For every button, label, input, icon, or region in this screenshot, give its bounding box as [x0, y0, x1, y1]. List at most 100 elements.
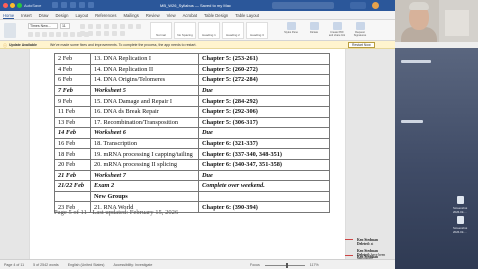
chapter-cell[interactable]: Chapter 6: (321-337) [198, 137, 330, 150]
redo-icon[interactable] [79, 2, 85, 8]
date-cell[interactable]: 21 Feb [54, 169, 91, 182]
sort-icon[interactable] [120, 24, 125, 29]
justify-icon[interactable] [104, 31, 109, 36]
align-right-icon[interactable] [96, 31, 101, 36]
chapter-cell[interactable]: Chapter 5: (260-272) [198, 63, 330, 76]
shading-icon[interactable] [112, 31, 117, 36]
underline-icon[interactable] [42, 32, 47, 37]
style-heading-1[interactable]: Heading 1 [198, 22, 220, 39]
font-size-select[interactable]: 11 [60, 23, 70, 29]
zoom-window-button[interactable] [17, 3, 22, 8]
table-row[interactable]: 18 Feb 19. mRNA processing I capping/tail… [54, 148, 330, 160]
strikethrough-icon[interactable] [49, 32, 54, 37]
font-name-select[interactable]: Times New... [28, 23, 58, 29]
create-pdf-button[interactable]: Create PDF and share link [328, 22, 346, 39]
date-cell[interactable]: 2 Feb [54, 53, 91, 65]
date-cell[interactable]: 18 Feb [54, 148, 91, 160]
zoom-slider-thumb[interactable] [285, 262, 288, 268]
borders-icon[interactable] [120, 31, 125, 36]
increase-indent-icon[interactable] [112, 24, 117, 29]
chapter-cell[interactable]: Due [198, 84, 330, 97]
style-heading-3[interactable]: Heading 3 [246, 22, 268, 39]
tab-table-design[interactable]: Table Design [204, 13, 228, 19]
align-center-icon[interactable] [88, 31, 93, 36]
date-cell[interactable] [54, 190, 91, 203]
tab-references[interactable]: References [95, 13, 116, 19]
topic-cell[interactable]: Exam 2 [90, 180, 199, 192]
minimize-window-button[interactable] [10, 3, 15, 8]
chapter-cell[interactable]: Chapter 5: (306-317) [198, 116, 330, 129]
align-left-icon[interactable] [80, 31, 85, 36]
home-icon[interactable] [52, 2, 58, 8]
chapter-cell[interactable]: Chapter 5: (272-284) [198, 74, 330, 86]
focus-button[interactable]: Focus [250, 263, 260, 267]
account-avatar[interactable] [372, 2, 379, 9]
chapter-cell[interactable]: Complete over weekend. [198, 180, 330, 192]
date-cell[interactable]: 6 Feb [54, 74, 91, 86]
topic-cell[interactable]: 14. DNA Replication II [90, 63, 199, 76]
topic-cell[interactable]: Worksheet 5 [90, 84, 199, 97]
table-row[interactable]: 7 Feb Worksheet 5 Due [54, 84, 330, 97]
tab-design[interactable]: Design [55, 13, 68, 19]
date-cell[interactable]: 11 Feb [54, 105, 91, 118]
topic-cell[interactable]: 16. DNA ds Break Repair [90, 105, 199, 118]
zoom-level[interactable]: 117% [310, 263, 319, 267]
style-no-spacing[interactable]: No Spacing [174, 22, 196, 39]
undo-icon[interactable] [70, 2, 76, 8]
bold-icon[interactable] [28, 32, 33, 37]
line-spacing-icon[interactable] [136, 24, 141, 29]
print-icon[interactable] [88, 2, 94, 8]
topic-cell[interactable]: New Groups [90, 190, 199, 203]
subscript-icon[interactable] [56, 32, 61, 37]
styles-pane-button[interactable]: Styles Pane [282, 22, 300, 39]
tab-view[interactable]: View [167, 13, 176, 19]
multilevel-list-icon[interactable] [96, 24, 101, 29]
table-row[interactable]: 21 Feb Worksheet 7 Due [54, 169, 330, 182]
zoom-slider[interactable] [264, 262, 305, 268]
style-normal[interactable]: Normal [150, 22, 172, 39]
style-heading-2[interactable]: Heading 2 [222, 22, 244, 39]
topic-cell[interactable]: Worksheet 7 [90, 169, 199, 182]
table-row[interactable]: 20 Feb 20. mRNA processing II splicing Cha… [54, 158, 330, 171]
table-row[interactable]: 14 Feb Worksheet 6 Due [54, 127, 330, 139]
request-signatures-button[interactable]: Request Signatures [351, 22, 369, 39]
table-row[interactable]: 4 Feb 14. DNA Replication II Chapter 5: (2… [54, 63, 330, 76]
table-row[interactable]: New Groups [54, 190, 330, 203]
screenshot-file-icon[interactable] [457, 216, 464, 224]
word-count[interactable]: 5 of 2542 words [33, 263, 59, 267]
table-row[interactable]: 21/22 Feb Exam 2 Complete over weekend. [54, 180, 330, 192]
tab-review[interactable]: Review [146, 13, 160, 19]
date-cell[interactable]: 21/22 Feb [54, 180, 91, 192]
topic-cell[interactable]: 18. Transcription [90, 137, 199, 150]
table-row[interactable]: 13 Feb 17. Recombination/Transposition Cha… [54, 116, 330, 129]
table-row[interactable]: 9 Feb 15. DNA Damage and Repair I Chapter … [54, 95, 330, 107]
decrease-indent-icon[interactable] [104, 24, 109, 29]
chapter-cell[interactable] [198, 190, 330, 203]
restart-now-button[interactable]: Restart Now [348, 42, 375, 48]
screenshot-file-icon[interactable] [457, 196, 464, 204]
tab-acrobat[interactable]: Acrobat [183, 13, 197, 19]
topic-cell[interactable]: 15. DNA Damage and Repair I [90, 95, 199, 107]
date-cell[interactable]: 9 Feb [54, 95, 91, 107]
page-count[interactable]: Page 4 of 11 [4, 263, 24, 267]
topic-cell[interactable]: 14. DNA Origins/Telomeres [90, 74, 199, 86]
desktop-file-label[interactable]: 2026-02-... [453, 230, 467, 234]
chapter-cell[interactable]: Due [198, 127, 330, 139]
search-input[interactable] [272, 2, 334, 9]
table-row[interactable]: 11 Feb 16. DNA ds Break Repair Chapter 5: … [54, 105, 330, 118]
chapter-cell[interactable]: Chapter 6: (390-394) [198, 201, 330, 213]
topic-cell[interactable]: 19. mRNA processing I capping/tailing [90, 148, 199, 160]
tab-draw[interactable]: Draw [39, 13, 49, 19]
bullets-icon[interactable] [80, 24, 85, 29]
dictate-button[interactable]: Dictate [305, 22, 323, 39]
date-cell[interactable]: 16 Feb [54, 137, 91, 150]
tab-home[interactable]: Home [3, 13, 15, 19]
date-cell[interactable]: 7 Feb [54, 84, 91, 97]
chapter-cell[interactable]: Due [198, 169, 330, 182]
table-row[interactable]: 6 Feb 14. DNA Origins/Telomeres Chapter 5:… [54, 74, 330, 86]
topic-cell[interactable]: 13. DNA Replication I [90, 53, 199, 65]
show-marks-icon[interactable] [128, 24, 133, 29]
document-canvas[interactable]: 2 Feb 13. DNA Replication I Chapter 5: (25… [0, 49, 395, 259]
document-page[interactable]: 2 Feb 13. DNA Replication I Chapter 5: (25… [30, 49, 345, 259]
topic-cell[interactable]: 17. Recombination/Transposition [90, 116, 199, 129]
